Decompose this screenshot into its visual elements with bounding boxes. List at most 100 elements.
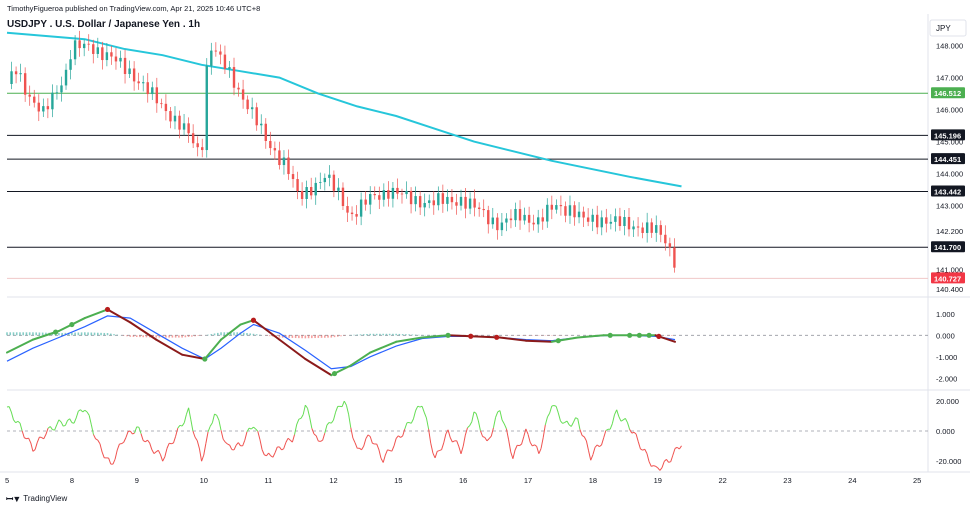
candle-body bbox=[468, 198, 472, 209]
candle-body bbox=[555, 205, 558, 210]
chart-canvas[interactable]: 5 8 9 10 11 12 15 16 17 18 19 22 23 24 25 148.000 147.00… bbox=[0, 0, 975, 509]
cci-line-segment bbox=[495, 411, 499, 418]
cci-line-segment bbox=[661, 461, 665, 468]
currency-box bbox=[929, 19, 967, 37]
footer-logo-text: TradingView bbox=[23, 494, 68, 503]
cci-line-segment bbox=[460, 446, 464, 455]
cross-marker bbox=[445, 332, 451, 338]
cross-marker bbox=[202, 356, 208, 362]
cci-line-segment bbox=[264, 454, 267, 457]
candle-body bbox=[391, 187, 395, 199]
cci-line-segment bbox=[363, 438, 367, 447]
candle-body bbox=[527, 214, 531, 223]
cci-line-segment bbox=[64, 420, 68, 426]
tradingview-logo-icon: ꟷ▼ bbox=[6, 494, 21, 504]
cci-line-segment bbox=[361, 445, 365, 451]
candle-body bbox=[164, 103, 168, 112]
x-tick-label: 24 bbox=[848, 476, 856, 485]
cci-line-segment bbox=[95, 438, 99, 441]
candle-body bbox=[623, 216, 626, 227]
cci-line-segment bbox=[17, 420, 21, 424]
candle-body bbox=[428, 200, 431, 203]
cci-line-segment bbox=[605, 428, 609, 431]
cross-marker bbox=[494, 334, 500, 340]
cross-marker bbox=[607, 332, 613, 338]
candle-body bbox=[169, 111, 172, 122]
candle-body bbox=[582, 211, 585, 218]
candle-body bbox=[541, 217, 544, 222]
cci-line-segment bbox=[198, 448, 203, 462]
cci-line-segment bbox=[28, 437, 32, 444]
cci-line-segment bbox=[512, 449, 516, 459]
candle-body bbox=[405, 190, 408, 195]
candle-body bbox=[577, 211, 581, 218]
cci-line-segment bbox=[266, 452, 269, 457]
cci-line-segment bbox=[296, 418, 300, 425]
cci-line-segment bbox=[473, 411, 477, 414]
cci-line-segment bbox=[196, 440, 200, 449]
cci-line-segment bbox=[335, 406, 339, 413]
cci-line-segment bbox=[300, 414, 304, 419]
cci-line-segment bbox=[324, 424, 328, 434]
cci-line-segment bbox=[508, 439, 512, 452]
candle-body bbox=[350, 212, 354, 215]
cci-line-segment bbox=[153, 451, 157, 455]
price-level-label: 144.451 bbox=[934, 155, 961, 164]
cci-line-segment bbox=[624, 418, 628, 423]
cci-line-segment bbox=[132, 432, 135, 435]
candle-body bbox=[196, 143, 199, 148]
cci-line-segment bbox=[73, 417, 77, 424]
cci-line-segment bbox=[39, 436, 42, 439]
y-tick-label: 147.000 bbox=[936, 74, 963, 83]
y-tick-label: 20.000 bbox=[936, 397, 959, 406]
cci-line-segment bbox=[160, 454, 164, 462]
y-tick-label: 143.000 bbox=[936, 202, 963, 211]
candle-body bbox=[600, 217, 603, 228]
cci-line-segment bbox=[343, 400, 347, 406]
cross-marker bbox=[636, 332, 642, 338]
cci-line-segment bbox=[242, 439, 246, 447]
candle-body bbox=[446, 196, 449, 204]
cci-line-segment bbox=[147, 439, 151, 444]
candle-body bbox=[518, 208, 522, 221]
cci-line-segment bbox=[514, 445, 518, 451]
x-tick-label: 5 bbox=[5, 476, 9, 485]
candle-body bbox=[664, 234, 667, 244]
candle-body bbox=[346, 206, 349, 213]
cci-line-segment bbox=[659, 467, 663, 471]
cci-line-segment bbox=[404, 422, 408, 430]
candle-body bbox=[645, 222, 649, 233]
cci-line-segment bbox=[43, 434, 47, 440]
candle-body bbox=[532, 222, 535, 225]
cci-line-segment bbox=[456, 440, 460, 447]
cci-line-segment bbox=[345, 405, 350, 415]
cci-line-segment bbox=[471, 411, 475, 422]
signal-line-segment bbox=[252, 319, 281, 341]
candle-body bbox=[173, 115, 177, 122]
candle-body bbox=[232, 67, 236, 88]
cci-line-segment bbox=[194, 436, 198, 441]
signal-line-segment bbox=[155, 338, 184, 356]
cross-marker bbox=[104, 306, 111, 313]
candle-body bbox=[237, 87, 240, 90]
cci-line-segment bbox=[640, 448, 643, 451]
candle-body bbox=[269, 140, 272, 149]
cci-line-segment bbox=[432, 452, 436, 459]
x-tick-label: 8 bbox=[70, 476, 74, 485]
candle-body bbox=[201, 147, 204, 151]
x-tick-label: 9 bbox=[135, 476, 139, 485]
cci-line-segment bbox=[164, 448, 168, 457]
cci-line-segment bbox=[229, 444, 233, 450]
candle-body bbox=[559, 205, 563, 207]
cci-line-segment bbox=[108, 457, 112, 465]
candle-body bbox=[250, 107, 254, 110]
candle-body bbox=[305, 187, 308, 199]
candle-body bbox=[241, 89, 245, 100]
cci-line-segment bbox=[201, 454, 205, 462]
cci-line-segment bbox=[532, 444, 535, 447]
candle-body bbox=[14, 71, 18, 75]
candle-body bbox=[64, 69, 68, 86]
cci-line-segment bbox=[529, 442, 533, 447]
candle-body bbox=[659, 225, 662, 235]
cci-line-segment bbox=[84, 409, 88, 413]
